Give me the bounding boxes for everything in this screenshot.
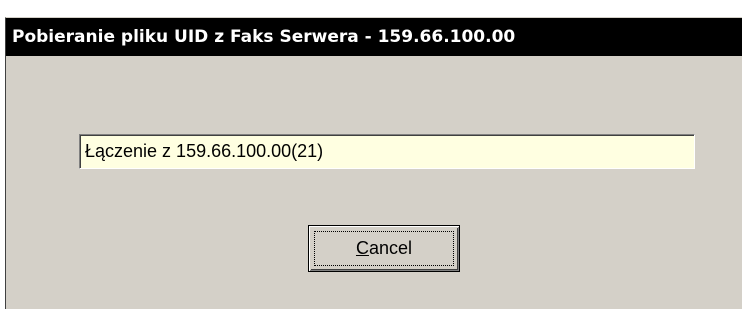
download-dialog: Pobieranie pliku UID z Faks Serwera - 15… <box>5 17 742 309</box>
cancel-mnemonic: C <box>355 238 369 258</box>
connection-status-text: Łączenie z 159.66.100.00(21) <box>85 141 324 161</box>
cancel-button[interactable]: Cancel <box>308 225 460 272</box>
connection-status-field: Łączenie z 159.66.100.00(21) <box>79 134 695 169</box>
cancel-button-label: Cancel <box>309 226 459 271</box>
cancel-label-rest: ancel <box>368 238 413 258</box>
window-title: Pobieranie pliku UID z Faks Serwera - 15… <box>12 27 516 47</box>
title-bar[interactable]: Pobieranie pliku UID z Faks Serwera - 15… <box>6 18 742 56</box>
